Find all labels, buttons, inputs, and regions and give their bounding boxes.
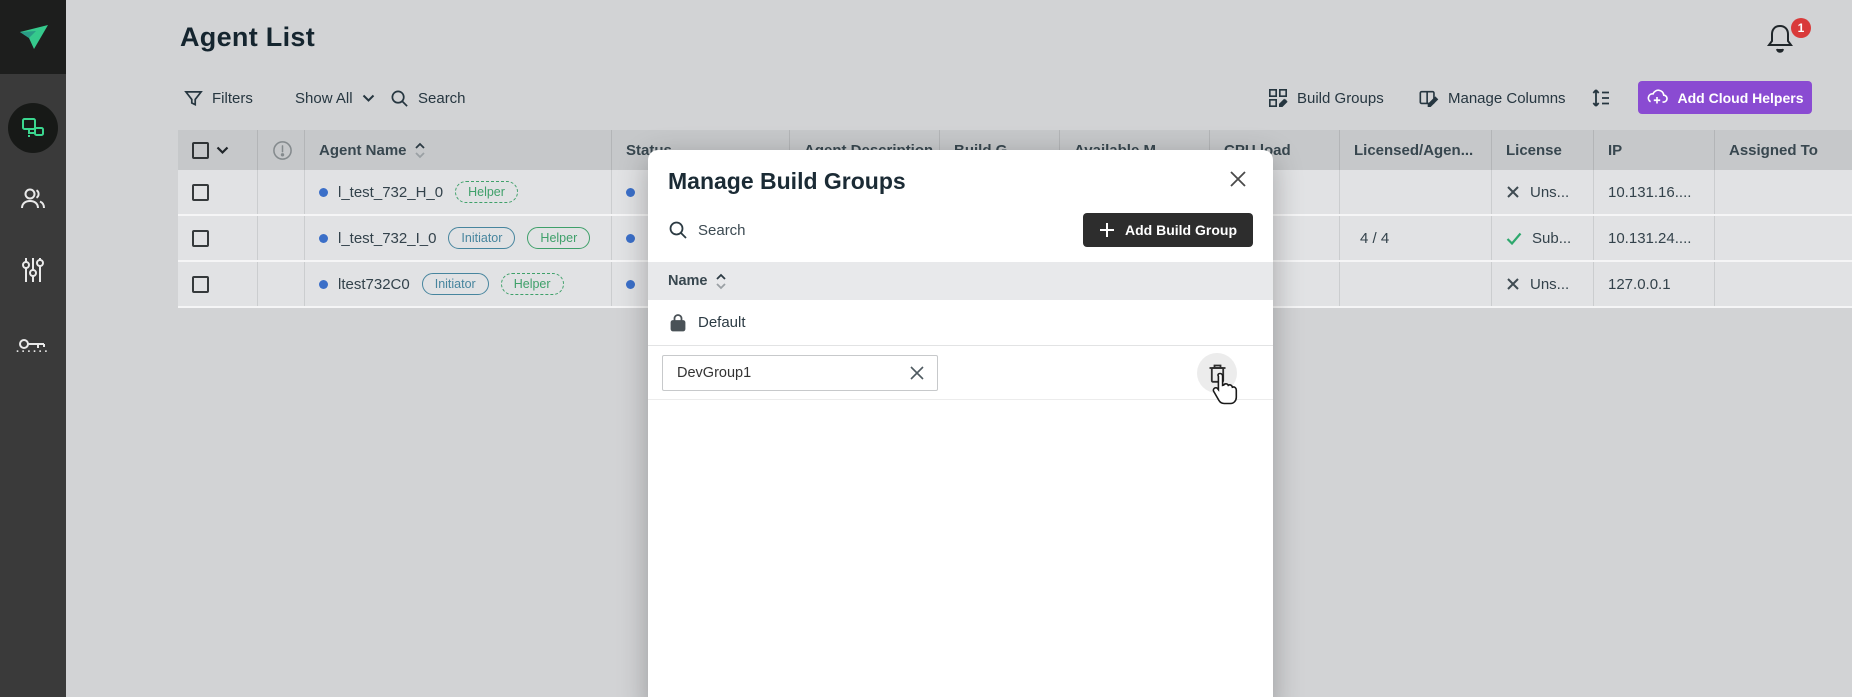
add-build-group-label: Add Build Group [1125, 222, 1237, 238]
subscribed-check-icon [1506, 232, 1522, 245]
lock-icon [670, 313, 686, 332]
initiator-badge: Initiator [422, 273, 489, 295]
show-all-dropdown[interactable]: Show All [295, 80, 375, 116]
column-header-licensed-agents[interactable]: Licensed/Agen... [1340, 130, 1492, 170]
page-title: Agent List [180, 22, 315, 53]
search-icon [390, 89, 409, 108]
helper-badge: Helper [455, 181, 518, 203]
row-density-button[interactable] [1591, 80, 1611, 116]
info-icon [272, 140, 293, 161]
key-dots-decoration: ······ [0, 346, 66, 358]
modal-search-row: Add Build Group [668, 212, 1253, 248]
sort-icon[interactable] [715, 273, 727, 290]
build-groups-button[interactable]: Build Groups [1268, 80, 1384, 116]
build-groups-label: Build Groups [1297, 90, 1384, 107]
agents-icon [20, 115, 46, 141]
agent-name-header-label: Agent Name [319, 142, 407, 159]
filters-label: Filters [212, 90, 253, 107]
build-group-row-default[interactable]: Default [648, 300, 1273, 346]
build-group-name-field [662, 355, 938, 391]
sort-icon[interactable] [414, 142, 426, 159]
column-header-license[interactable]: License [1492, 130, 1594, 170]
notifications-button[interactable]: 1 [1765, 22, 1809, 58]
column-header-assigned-to[interactable]: Assigned To [1715, 130, 1852, 170]
unsubscribed-x-icon [1506, 277, 1520, 291]
column-header-ip[interactable]: IP [1594, 130, 1715, 170]
brand-logo-icon [15, 20, 51, 54]
plus-icon [1099, 222, 1115, 238]
agent-name: l_test_732_I_0 [338, 230, 436, 247]
helper-badge: Helper [527, 227, 590, 249]
build-group-name-input[interactable] [662, 355, 938, 391]
build-group-name: Default [698, 314, 746, 331]
agent-ip: 10.131.16.... [1608, 184, 1691, 201]
sidebar-item-settings[interactable] [0, 242, 66, 298]
sidebar-item-users[interactable] [0, 170, 66, 226]
agent-ip: 10.131.24.... [1608, 230, 1691, 247]
chevron-down-icon [362, 94, 375, 103]
show-all-label: Show All [295, 90, 353, 107]
clear-input-button[interactable] [906, 362, 928, 384]
add-cloud-helpers-label: Add Cloud Helpers [1677, 90, 1803, 106]
notification-badge: 1 [1791, 18, 1811, 38]
status-dot [626, 280, 635, 289]
name-header-label: Name [668, 273, 708, 289]
row-checkbox[interactable] [192, 184, 209, 201]
licensed-agents-count: 4 / 4 [1360, 230, 1389, 247]
modal-name-column-header[interactable]: Name [648, 262, 1273, 300]
close-icon [1229, 170, 1247, 188]
toolbar: Filters Show All Search Build Groups [178, 80, 1852, 116]
row-height-icon [1591, 87, 1611, 109]
search-button[interactable]: Search [390, 80, 466, 116]
search-icon [668, 220, 688, 240]
initiator-badge: Initiator [448, 227, 515, 249]
manage-columns-label: Manage Columns [1448, 90, 1566, 107]
agent-name: l_test_732_H_0 [338, 184, 443, 201]
filters-button[interactable]: Filters [184, 80, 253, 116]
license-status: Sub... [1532, 230, 1571, 247]
manage-columns-button[interactable]: Manage Columns [1418, 80, 1566, 116]
build-group-search-input[interactable] [698, 222, 958, 239]
helper-badge: Helper [501, 273, 564, 295]
add-cloud-helpers-button[interactable]: Add Cloud Helpers [1638, 81, 1812, 114]
license-status: Uns... [1530, 184, 1569, 201]
sidebar: ······ [0, 0, 66, 697]
column-header-agent-name[interactable]: Agent Name [305, 130, 612, 170]
agent-name: ltest732C0 [338, 276, 410, 293]
alerts-column-header [258, 130, 305, 170]
modal-title: Manage Build Groups [668, 168, 906, 195]
sliders-icon [20, 256, 46, 284]
agent-online-dot [319, 188, 328, 197]
search-label: Search [418, 90, 466, 107]
license-status: Uns... [1530, 276, 1569, 293]
build-groups-icon [1268, 88, 1288, 108]
row-checkbox[interactable] [192, 230, 209, 247]
agent-online-dot [319, 234, 328, 243]
filter-icon [184, 89, 203, 108]
trash-icon [1208, 363, 1227, 384]
add-build-group-button[interactable]: Add Build Group [1083, 213, 1253, 247]
sidebar-item-agents[interactable] [0, 100, 66, 156]
delete-build-group-button[interactable] [1197, 353, 1237, 393]
manage-columns-icon [1418, 88, 1439, 108]
app-logo[interactable] [0, 0, 66, 74]
select-all-header [178, 130, 258, 170]
status-dot [626, 234, 635, 243]
modal-close-button[interactable] [1225, 166, 1251, 192]
agent-ip: 127.0.0.1 [1608, 276, 1671, 293]
clear-x-icon [909, 365, 925, 381]
row-checkbox[interactable] [192, 276, 209, 293]
manage-build-groups-modal: Manage Build Groups Add Build Group Name [648, 150, 1273, 697]
agent-list-screen: ······ Agent List 1 Filters Show All [0, 0, 1852, 697]
unsubscribed-x-icon [1506, 185, 1520, 199]
status-dot [626, 188, 635, 197]
agent-online-dot [319, 280, 328, 289]
users-icon [19, 185, 47, 211]
active-item-highlight [8, 103, 58, 153]
cloud-plus-icon [1646, 89, 1668, 106]
select-menu-chevron-icon[interactable] [216, 146, 229, 155]
select-all-checkbox[interactable] [192, 142, 209, 159]
sidebar-item-access-keys[interactable] [0, 316, 66, 372]
build-group-row-editing [648, 346, 1273, 400]
